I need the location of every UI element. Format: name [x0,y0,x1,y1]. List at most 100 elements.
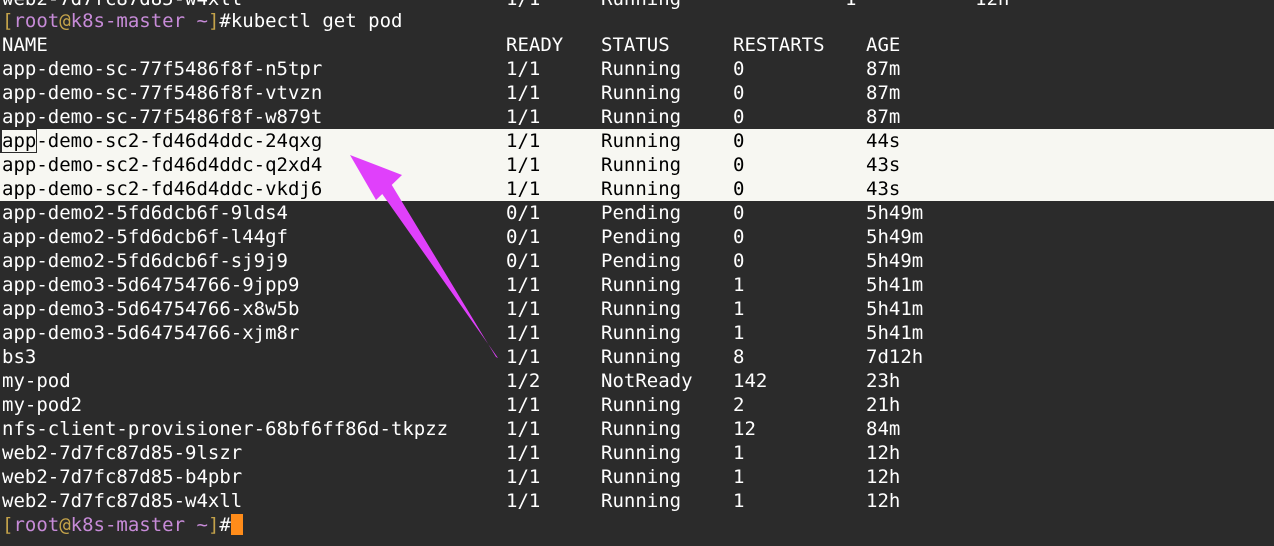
input-line[interactable]: [root@k8s-master ~]# [0,513,1274,537]
pod-restarts: 1 [733,466,745,488]
table-row-selected[interactable]: app-demo-sc2-fd46d4ddc-vkdj6 1/1 Running… [0,177,1274,201]
pod-restarts: 12 [733,418,756,440]
pod-restarts: 0 [733,178,745,200]
pod-name-head: app [2,130,37,152]
pod-restarts: 0 [733,154,745,176]
pod-status: Running [601,442,682,464]
pod-restarts: 0 [733,130,745,152]
pod-name: app-demo3-5d64754766-xjm8r [2,322,300,344]
pod-status: Running [601,490,682,512]
pod-name: my-pod [2,370,71,392]
pod-name: app-demo-sc-77f5486f8f-vtvzn [2,82,323,104]
pod-name: app-demo-sc2-fd46d4ddc-q2xd4 [2,154,323,176]
pod-age: 5h49m [866,226,924,248]
pod-age: 87m [866,106,901,128]
pod-restarts: 0 [733,250,745,272]
header-ready: READY [506,34,564,56]
pod-restarts: 1 [733,490,745,512]
pod-age: 5h49m [866,250,924,272]
pod-age: 43s [866,178,901,200]
pod-name-tail: -demo-sc2-fd46d4ddc-24qxg [36,130,323,152]
pod-ready: 1/1 [506,322,541,344]
pod-age: 84m [866,418,901,440]
prompt-host: k8s-master [70,10,186,32]
pod-status: Running [601,82,682,104]
table-row: app-demo-sc-77f5486f8f-n5tpr 1/1 Running… [0,57,1274,81]
pod-name: app-demo2-5fd6dcb6f-9lds4 [2,202,288,224]
pod-ready: 0/1 [506,226,541,248]
pod-age: 44s [866,130,901,152]
prompt-user: root [13,10,60,32]
pod-name: app-demo3-5d64754766-x8w5b [2,298,300,320]
table-row: app-demo2-5fd6dcb6f-9lds4 0/1 Pending 0 … [0,201,1274,225]
pod-status: Running [601,178,682,200]
table-row: app-demo3-5d64754766-xjm8r 1/1 Running 1… [0,321,1274,345]
prompt-hash: # [219,514,231,536]
header-age: AGE [866,34,901,56]
table-row-selected[interactable]: app-demo-sc2-fd46d4ddc-24qxg 1/1 Running… [0,129,1274,153]
pod-name: app-demo3-5d64754766-9jpp9 [2,274,300,296]
pod-name: app-demo-sc2-fd46d4ddc-24qxg [2,129,322,153]
pod-status: NotReady [601,370,693,392]
table-row: app-demo2-5fd6dcb6f-l44gf 0/1 Pending 0 … [0,225,1274,249]
pod-age: 23h [866,370,901,392]
prompt-open-bracket: [ [2,10,14,32]
pod-age: 5h41m [866,322,924,344]
prompt-host: k8s-master [70,514,186,536]
prompt-cwd: ~ [185,10,208,32]
pod-ready: 1/1 [506,442,541,464]
pod-age: 5h49m [866,202,924,224]
command-text: kubectl get pod [230,10,403,32]
pod-age: 5h41m [866,274,924,296]
pod-ready: 1/1 [506,466,541,488]
table-row: my-pod2 1/1 Running 2 21h [0,393,1274,417]
pod-restarts: 8 [733,346,745,368]
pod-status: Running [601,418,682,440]
pod-status: Running [601,394,682,416]
pod-status: Running [601,346,682,368]
pod-name: app-demo-sc-77f5486f8f-w879t [2,106,323,128]
pod-restarts: 0 [733,202,745,224]
pod-age: 43s [866,154,901,176]
pod-restarts: 142 [733,370,768,392]
pod-restarts: 1 [733,442,745,464]
table-row: nfs-client-provisioner-68bf6ff86d-tkpzz … [0,417,1274,441]
command-line: [root@k8s-master ~]#kubectl get pod [0,9,1274,33]
header-status: STATUS [601,34,670,56]
pod-name: app-demo-sc2-fd46d4ddc-vkdj6 [2,178,323,200]
pod-status: Running [601,322,682,344]
pod-name: web2-7d7fc87d85-b4pbr [2,466,243,488]
table-header: NAME READY STATUS RESTARTS AGE [0,33,1274,57]
table-row: web2-7d7fc87d85-w4xll 1/1 Running 1 12h [0,489,1274,513]
pod-restarts: 0 [733,58,745,80]
prompt-hash: # [219,10,231,32]
pod-age: 21h [866,394,901,416]
pod-restarts: 1 [733,322,745,344]
pod-ready: 1/1 [506,394,541,416]
pod-status: Pending [601,202,682,224]
prompt-at: @ [59,10,71,32]
table-row: app-demo3-5d64754766-9jpp9 1/1 Running 1… [0,273,1274,297]
prompt-user: root [13,514,60,536]
pod-name: web2-7d7fc87d85-9lszr [2,442,243,464]
table-row: app-demo-sc-77f5486f8f-vtvzn 1/1 Running… [0,81,1274,105]
pod-ready: 1/1 [506,298,541,320]
pod-age: 12h [866,442,901,464]
pod-ready: 1/1 [506,490,541,512]
pod-ready: 1/1 [506,418,541,440]
text-cursor[interactable] [230,514,243,535]
table-row: app-demo2-5fd6dcb6f-sj9j9 0/1 Pending 0 … [0,249,1274,273]
header-restarts: RESTARTS [733,34,825,56]
table-row: web2-7d7fc87d85-9lszr 1/1 Running 1 12h [0,441,1274,465]
table-row-selected[interactable]: app-demo-sc2-fd46d4ddc-q2xd4 1/1 Running… [0,153,1274,177]
pod-ready: 0/1 [506,250,541,272]
pod-ready: 1/1 [506,346,541,368]
pod-restarts: 0 [733,106,745,128]
pod-name: nfs-client-provisioner-68bf6ff86d-tkpzz [2,418,449,440]
pod-ready: 1/1 [506,130,541,152]
terminal-window[interactable]: web2-7d7fc87d85-w4xll 1/1 Running 1 12h … [0,0,1274,546]
pod-restarts: 1 [733,274,745,296]
prompt-close-bracket: ] [207,514,220,536]
table-row: bs3 1/1 Running 8 7d12h [0,345,1274,369]
pod-status: Running [601,274,682,296]
